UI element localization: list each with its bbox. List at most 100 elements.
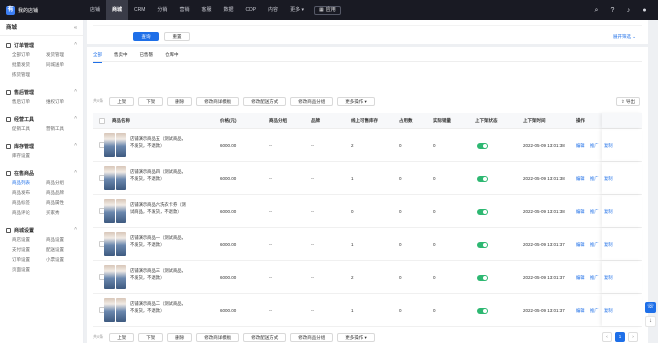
sidebar-item[interactable]: 商品评论 (12, 208, 46, 218)
listing-status-toggle[interactable] (477, 242, 488, 248)
product-thumbnail[interactable] (104, 199, 126, 223)
top-menu-item[interactable]: 营销 (173, 0, 195, 20)
sidebar-item[interactable]: 发货管理 (46, 50, 80, 60)
edit-link[interactable]: 编辑 (576, 308, 585, 314)
batch-action-button[interactable]: 下架 (138, 96, 164, 106)
sidebar-item[interactable]: 商品品牌 (46, 188, 80, 198)
promote-link[interactable]: 推广 (590, 209, 599, 215)
sidebar-group-header[interactable]: 商城设置 ^ (0, 225, 83, 235)
reset-button[interactable]: 重置 (164, 32, 190, 41)
sidebar-item[interactable]: 商品发布 (12, 188, 46, 198)
select-all-checkbox[interactable] (99, 118, 105, 124)
batch-action-button[interactable]: 修改商品分组 (290, 332, 334, 342)
product-thumbnail[interactable] (104, 166, 126, 190)
product-name[interactable]: 店铺演示商品五（测试商品，不发货，不退款） (130, 136, 188, 149)
expand-filter-link[interactable]: 展开筛选 ⌄ (613, 34, 636, 40)
listing-status-toggle[interactable] (477, 143, 488, 149)
batch-action-button[interactable]: 修改配送方式 (243, 332, 287, 342)
edit-link[interactable]: 编辑 (576, 209, 585, 215)
edit-link[interactable]: 编辑 (576, 275, 585, 281)
product-name[interactable]: 店铺演示商品四（测试商品，不发货，不退款） (130, 169, 188, 182)
copy-link[interactable]: 复制 (604, 308, 613, 314)
listing-status-toggle[interactable] (477, 209, 488, 215)
top-menu-item[interactable]: CDP (239, 0, 262, 20)
batch-action-button[interactable]: 删除 (167, 96, 193, 106)
sidebar-item[interactable]: 配送设置 (46, 245, 80, 255)
top-menu-more[interactable]: 更多 ▾ (284, 0, 310, 20)
edit-link[interactable]: 编辑 (576, 242, 585, 248)
copy-link[interactable]: 复制 (604, 143, 613, 149)
prev-page-button[interactable]: ‹ (602, 332, 612, 342)
status-tab[interactable]: 全部 (93, 47, 102, 63)
sidebar-item[interactable]: 营销工具 (46, 124, 80, 134)
top-menu-item[interactable]: 数据 (217, 0, 239, 20)
product-name[interactable]: 店铺演示商品六洗衣卡券（测试商品，不发货，不退款） (130, 202, 188, 215)
product-thumbnail[interactable] (104, 133, 126, 157)
promote-link[interactable]: 推广 (590, 308, 599, 314)
brand[interactable]: 有 我的店铺 (0, 5, 84, 15)
next-page-button[interactable]: › (628, 332, 638, 342)
product-thumbnail[interactable] (104, 298, 126, 322)
sidebar-item[interactable]: 商品分组 (46, 178, 80, 188)
sidebar-item[interactable]: 小票设置 (46, 255, 80, 265)
top-menu-item[interactable]: CRM (128, 0, 151, 20)
status-tab[interactable]: 售卖中 (114, 47, 128, 62)
sidebar-item[interactable]: 拣货管理 (12, 70, 46, 80)
search-icon[interactable]: ⌕ (593, 7, 600, 14)
sidebar-item[interactable]: 同城送单 (46, 60, 80, 70)
listing-status-toggle[interactable] (477, 308, 488, 314)
sidebar-item[interactable]: 支付设置 (12, 245, 46, 255)
product-name[interactable]: 店铺演示商品二（测试商品，不发货，不退款） (130, 301, 188, 314)
batch-action-button[interactable]: 下架 (138, 332, 164, 342)
sidebar-item[interactable]: 商品设置 (46, 235, 80, 245)
batch-action-button[interactable]: 上架 (109, 332, 135, 342)
help-icon[interactable]: ? (609, 7, 616, 14)
product-thumbnail[interactable] (104, 232, 126, 256)
sidebar-item[interactable]: 促销工具 (12, 124, 46, 134)
status-tab[interactable]: 已售罄 (140, 47, 154, 62)
sidebar-item[interactable]: 商品属性 (46, 198, 80, 208)
status-tab[interactable]: 仓库中 (165, 47, 179, 62)
sidebar-item[interactable]: 售后订单 (12, 97, 46, 107)
sidebar-item[interactable]: 商品标签 (12, 198, 46, 208)
copy-link[interactable]: 复制 (604, 209, 613, 215)
edit-link[interactable]: 编辑 (576, 176, 585, 182)
top-menu-item[interactable]: 内容 (262, 0, 284, 20)
sidebar-item[interactable]: 商品列表 (12, 178, 46, 188)
product-name[interactable]: 店铺演示商品一（测试商品，不发货，不退款） (130, 235, 188, 248)
sidebar-group-header[interactable]: 经营工具 ^ (0, 114, 83, 124)
search-button[interactable]: 查询 (133, 32, 159, 41)
export-button[interactable]: ⇪ 导出 (616, 97, 640, 106)
app-button[interactable]: ▦ 应用 (313, 5, 341, 15)
top-menu-item[interactable]: 商城 (106, 0, 129, 20)
collapse-icon[interactable]: « (74, 20, 77, 36)
sidebar-item[interactable]: 库存设置 (12, 151, 46, 161)
sidebar-item[interactable]: 页面设置 (12, 265, 46, 275)
copy-link[interactable]: 复制 (604, 176, 613, 182)
sidebar-group-header[interactable]: 售后管理 ^ (0, 87, 83, 97)
sidebar-item[interactable]: 商店设置 (12, 235, 46, 245)
product-name[interactable]: 店铺演示商品三（测试商品，不发货，不退款） (130, 268, 188, 281)
sidebar-group-header[interactable]: 库存管理 ^ (0, 141, 83, 151)
batch-action-button[interactable]: 修改商品分组 (290, 96, 334, 106)
sidebar-item[interactable]: 全部订单 (12, 50, 46, 60)
batch-action-button[interactable]: 更多操作 ▾ (337, 96, 375, 106)
sidebar-item[interactable]: 订单设置 (12, 255, 46, 265)
edit-link[interactable]: 编辑 (576, 143, 585, 149)
sidebar-group-header[interactable]: 在售商品 ^ (0, 168, 83, 178)
listing-status-toggle[interactable] (477, 176, 488, 182)
promote-link[interactable]: 推广 (590, 275, 599, 281)
download-icon[interactable]: ↓ (645, 316, 656, 327)
top-menu-item[interactable]: 店铺 (84, 0, 106, 20)
promote-link[interactable]: 推广 (590, 143, 599, 149)
bell-icon[interactable]: ♪ (625, 7, 632, 14)
batch-action-button[interactable]: 更多操作 ▾ (337, 332, 375, 342)
promote-link[interactable]: 推广 (590, 176, 599, 182)
customer-service-icon[interactable]: ☏ (645, 302, 656, 313)
product-thumbnail[interactable] (104, 265, 126, 289)
batch-action-button[interactable]: 删除 (167, 332, 193, 342)
top-menu-item[interactable]: 分销 (151, 0, 173, 20)
sidebar-item[interactable]: 批量发货 (12, 60, 46, 70)
batch-action-button[interactable]: 上架 (109, 96, 135, 106)
batch-action-button[interactable]: 修改配送方式 (243, 96, 287, 106)
